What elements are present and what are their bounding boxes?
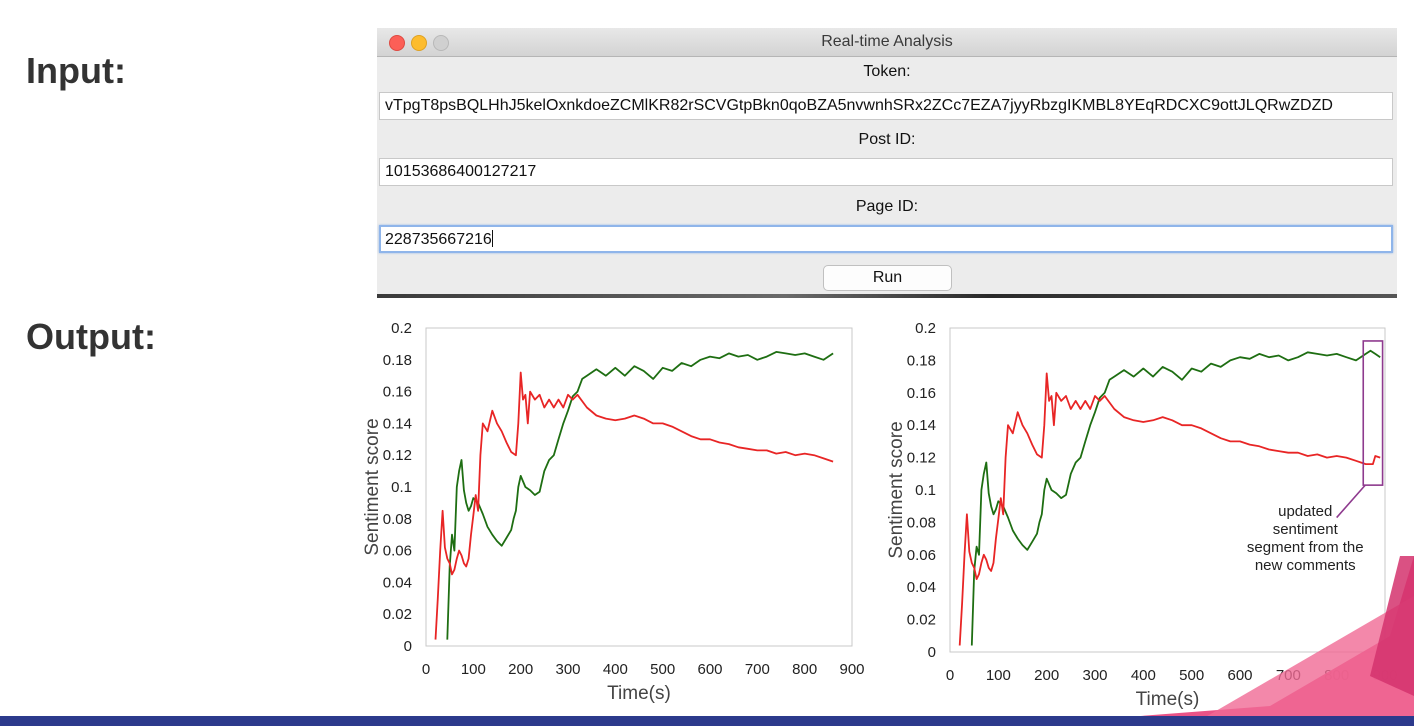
y-tick-label: 0.02 — [907, 612, 936, 629]
x-tick-label: 800 — [792, 661, 817, 678]
y-tick-label: 0.16 — [383, 384, 412, 401]
window-bottom-edge — [377, 294, 1397, 298]
corner-decoration — [1010, 556, 1414, 726]
page-id-input[interactable]: 228735667216 — [379, 225, 1393, 253]
x-tick-label: 700 — [745, 661, 770, 678]
analysis-window: Real-time Analysis Token: vTpgT8psBQLHhJ… — [377, 28, 1397, 298]
y-tick-label: 0.1 — [391, 479, 412, 496]
x-tick-label: 600 — [697, 661, 722, 678]
post-id-input[interactable]: 10153686400127217 — [379, 158, 1393, 186]
y-axis-title: Sentiment score — [886, 421, 907, 558]
x-tick-label: 0 — [422, 661, 430, 678]
x-tick-label: 300 — [555, 661, 580, 678]
annotation-pointer-line — [1336, 484, 1366, 519]
x-tick-label: 100 — [986, 667, 1011, 684]
y-tick-label: 0.14 — [383, 415, 412, 432]
y-tick-label: 0 — [404, 638, 412, 655]
token-label: Token: — [863, 63, 911, 80]
run-button[interactable]: Run — [823, 265, 952, 291]
y-tick-label: 0.14 — [907, 417, 936, 434]
y-tick-label: 0.12 — [383, 447, 412, 464]
text-cursor — [491, 230, 493, 247]
input-heading: Input: — [26, 50, 126, 91]
x-tick-label: 100 — [461, 661, 486, 678]
y-tick-label: 0.12 — [907, 450, 936, 467]
y-tick-label: 0.2 — [391, 320, 412, 337]
y-tick-label: 0.2 — [915, 320, 936, 337]
output-heading: Output: — [26, 316, 156, 357]
red-series-line — [434, 371, 834, 640]
y-tick-label: 0.16 — [907, 385, 936, 402]
y-tick-label: 0.08 — [383, 511, 412, 528]
window-titlebar[interactable]: Real-time Analysis — [377, 28, 1397, 57]
x-tick-label: 900 — [839, 661, 864, 678]
y-tick-label: 0.04 — [383, 574, 412, 591]
window-title: Real-time Analysis — [821, 33, 953, 50]
token-value: vTpgT8psBQLHhJ5kelOxnkdoeZCMlKR82rSCVGtp… — [385, 97, 1333, 114]
y-tick-label: 0.18 — [383, 352, 412, 369]
y-tick-label: 0 — [928, 644, 936, 661]
x-tick-label: 500 — [650, 661, 675, 678]
y-axis-title: Sentiment score — [362, 418, 383, 555]
x-tick-label: 0 — [946, 667, 954, 684]
y-tick-label: 0.04 — [907, 579, 936, 596]
page-id-label: Page ID: — [855, 198, 919, 215]
bottom-bar — [0, 716, 1414, 726]
page-id-value: 228735667216 — [385, 231, 492, 248]
post-id-label: Post ID: — [858, 131, 916, 148]
y-tick-label: 0.06 — [383, 543, 412, 560]
y-tick-label: 0.08 — [907, 514, 936, 531]
x-axis-title: Time(s) — [607, 683, 671, 704]
y-tick-label: 0.02 — [383, 606, 412, 623]
x-tick-label: 200 — [508, 661, 533, 678]
green-series-line — [446, 351, 834, 640]
x-tick-label: 400 — [603, 661, 628, 678]
y-tick-label: 0.06 — [907, 547, 936, 564]
post-id-value: 10153686400127217 — [385, 163, 537, 180]
sentiment-chart-before: 0 0.02 0.04 0.06 0.08 0.1 0.12 0.14 0.16 0.18 0.2 0… — [362, 320, 865, 704]
plot-area — [425, 327, 853, 647]
y-tick-label: 0.18 — [907, 352, 936, 369]
y-tick-label: 0.1 — [915, 482, 936, 499]
token-input[interactable]: vTpgT8psBQLHhJ5kelOxnkdoeZCMlKR82rSCVGtp… — [379, 92, 1393, 120]
